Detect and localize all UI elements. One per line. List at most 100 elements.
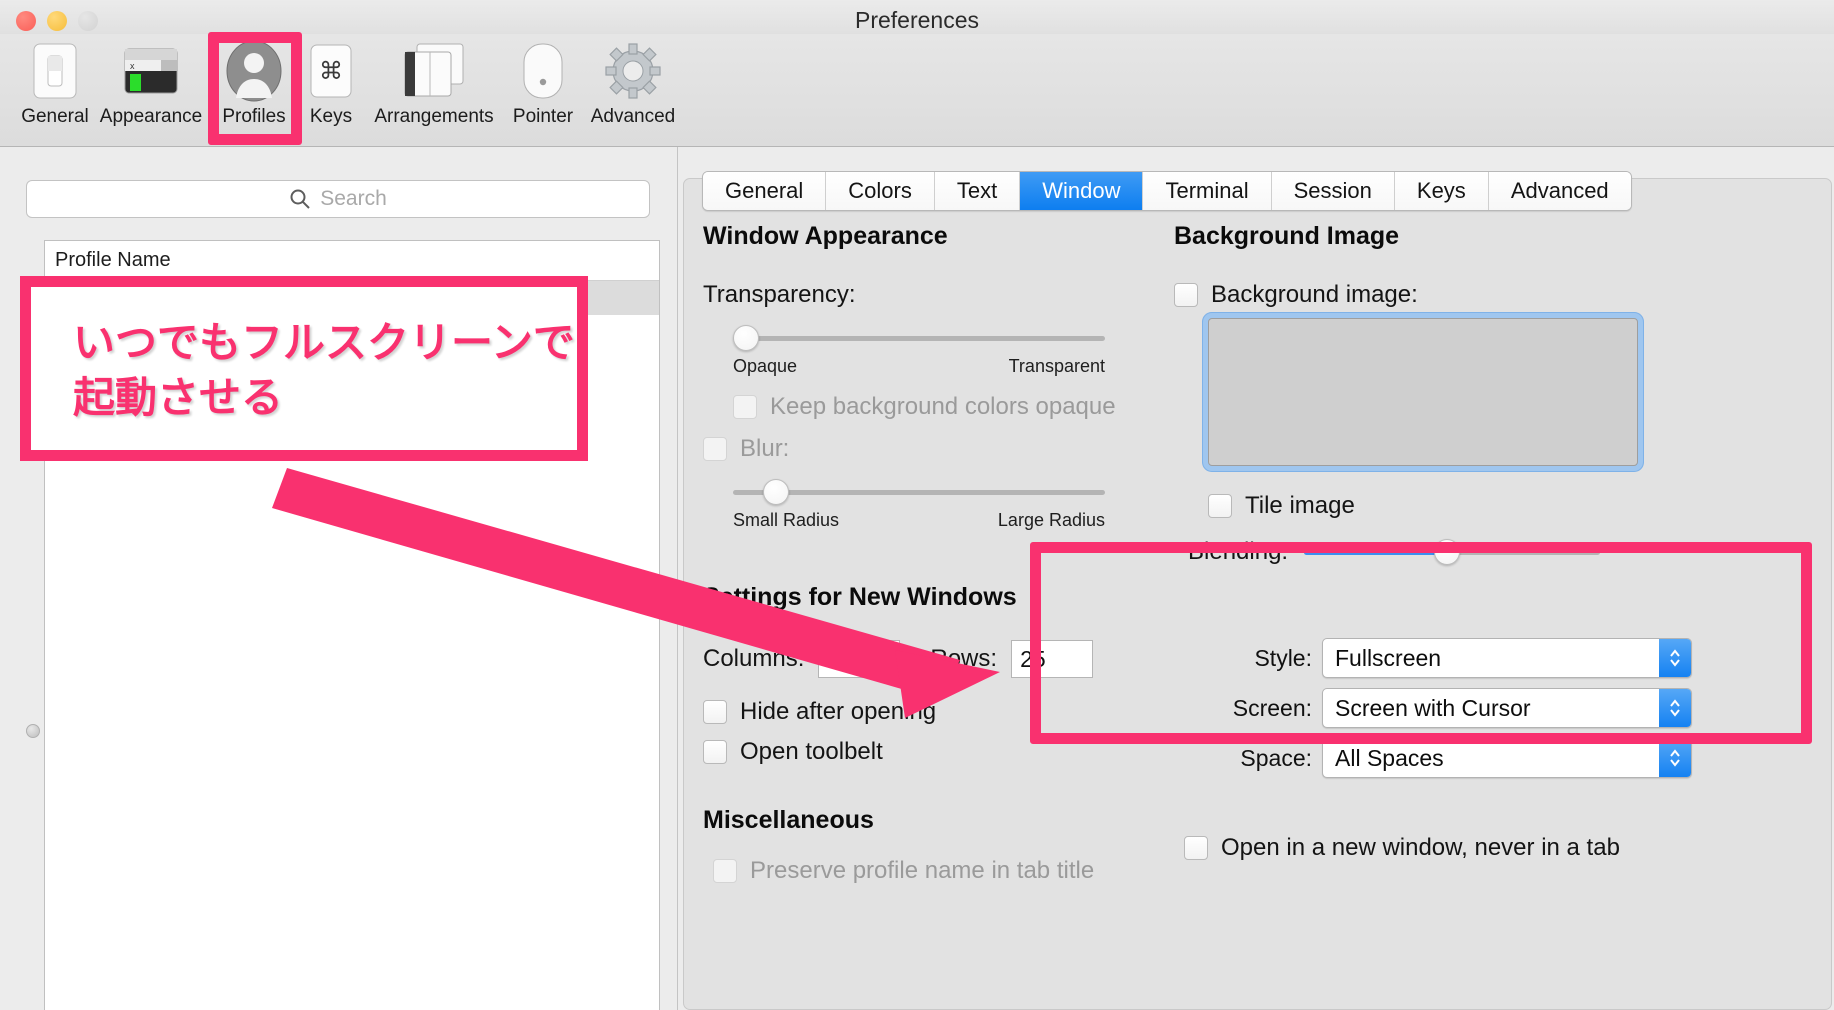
search-input[interactable]: Search: [26, 180, 650, 218]
open-new-window-checkbox[interactable]: [1184, 836, 1208, 860]
toolbar-item-advanced[interactable]: Advanced: [578, 40, 688, 128]
preserve-profile-name-row[interactable]: Preserve profile name in tab title: [713, 857, 1153, 885]
toolbar-item-arrangements[interactable]: Arrangements: [374, 40, 494, 128]
toolbar-item-label: Pointer: [512, 106, 574, 127]
background-image-checkbox[interactable]: [1174, 283, 1198, 307]
background-image-heading: Background Image: [1174, 222, 1400, 250]
miscellaneous-heading: Miscellaneous: [703, 806, 874, 834]
advanced-icon: [604, 40, 662, 102]
keep-background-opaque-row[interactable]: Keep background colors opaque: [733, 393, 1153, 421]
space-dropdown[interactable]: All Spaces: [1322, 738, 1692, 778]
slider-knob[interactable]: [1434, 539, 1461, 565]
blur-max-label: Large Radius: [997, 510, 1105, 530]
columns-label: Columns:: [703, 645, 805, 672]
tab-session[interactable]: Session: [1271, 172, 1395, 210]
window-appearance-heading: Window Appearance: [703, 222, 948, 250]
style-dropdown[interactable]: Fullscreen: [1322, 638, 1692, 678]
transparency-max-label: Transparent: [1008, 356, 1105, 376]
open-new-window-row[interactable]: Open in a new window, never in a tab: [1184, 834, 1804, 862]
screen-row: Screen: Screen with Cursor: [1204, 688, 1804, 728]
hide-after-opening-row[interactable]: Hide after opening: [703, 698, 1153, 726]
tab-colors[interactable]: Colors: [826, 172, 935, 210]
style-row: Style: Fullscreen: [1204, 638, 1804, 678]
toolbar-item-label: General: [21, 106, 89, 127]
slider-knob[interactable]: [763, 479, 789, 505]
tab-advanced[interactable]: Advanced: [1488, 172, 1631, 210]
tab-terminal[interactable]: Terminal: [1143, 172, 1272, 210]
split-divider-handle[interactable]: [26, 724, 40, 738]
style-label: Style:: [1254, 644, 1312, 671]
space-row: Space: All Spaces: [1204, 738, 1804, 778]
stepper-updown-icon[interactable]: [1659, 689, 1691, 727]
columns-rows-row: Columns: 80 Rows: 25: [703, 640, 1153, 678]
preserve-profile-name-checkbox[interactable]: [713, 859, 737, 883]
screen-dropdown[interactable]: Screen with Cursor: [1322, 688, 1692, 728]
blur-row[interactable]: Blur:: [703, 435, 1153, 463]
blur-radius-slider[interactable]: [733, 479, 1105, 505]
toolbar-item-general[interactable]: General: [0, 40, 110, 128]
blending-label: Blending:: [1188, 538, 1289, 565]
preserve-profile-name-label: Preserve profile name in tab title: [750, 857, 1095, 884]
toolbar-item-label: Keys: [309, 106, 353, 127]
appearance-icon: x: [123, 40, 179, 102]
columns-field[interactable]: 80: [818, 640, 901, 678]
background-image-row[interactable]: Background image:: [1174, 281, 1804, 309]
blur-checkbox[interactable]: [703, 437, 727, 461]
blending-slider[interactable]: [1304, 539, 1601, 565]
tab-general[interactable]: General: [703, 172, 827, 210]
search-icon: [290, 189, 310, 209]
tab-text[interactable]: Text: [934, 172, 1021, 210]
transparency-slider[interactable]: [733, 325, 1105, 351]
hide-after-opening-checkbox[interactable]: [703, 700, 727, 724]
toolbar-item-label: Arrangements: [374, 106, 494, 127]
screen-label: Screen:: [1232, 694, 1312, 721]
rows-label: Rows:: [930, 645, 998, 672]
tile-image-checkbox[interactable]: [1208, 494, 1232, 518]
window-appearance-column: Window Appearance Transparency: Opaque T…: [703, 222, 1153, 885]
space-value: All Spaces: [1335, 744, 1444, 771]
stepper-updown-icon[interactable]: [1659, 739, 1691, 777]
open-toolbelt-row[interactable]: Open toolbelt: [703, 738, 1153, 766]
tile-image-row[interactable]: Tile image: [1208, 492, 1804, 520]
annotation-line-2: 起動させる: [71, 372, 286, 424]
settings-tabbar: General Colors Text Window Terminal Sess…: [702, 171, 1632, 211]
toolbar-item-keys[interactable]: ⌘ Keys: [276, 40, 386, 128]
keep-background-opaque-label: Keep background colors opaque: [770, 393, 1116, 420]
search-placeholder: Search: [320, 187, 387, 210]
open-toolbelt-checkbox[interactable]: [703, 740, 727, 764]
toolbar-item-label: Appearance: [99, 106, 203, 127]
keep-background-opaque-checkbox[interactable]: [733, 395, 757, 419]
transparency-min-label: Opaque: [733, 356, 798, 376]
arrangements-icon: [403, 40, 465, 102]
rows-field[interactable]: 25: [1011, 640, 1094, 678]
open-toolbelt-label: Open toolbelt: [740, 738, 883, 765]
blur-label: Blur:: [740, 435, 790, 462]
general-icon: [30, 40, 80, 102]
profiles-icon: [224, 40, 284, 102]
window-title: Preferences: [854, 7, 979, 33]
hide-after-opening-label: Hide after opening: [740, 698, 937, 725]
transparency-label: Transparency:: [703, 281, 856, 308]
tab-window[interactable]: Window: [1020, 172, 1144, 210]
stepper-updown-icon[interactable]: [1659, 639, 1691, 677]
slider-track: [733, 336, 1105, 341]
svg-text:x: x: [130, 61, 135, 71]
blending-row: Blending:: [1188, 538, 1804, 566]
slider-knob[interactable]: [733, 325, 759, 351]
tab-keys[interactable]: Keys: [1394, 172, 1489, 210]
profile-settings-panel: General Colors Text Window Terminal Sess…: [679, 147, 1834, 1010]
screen-value: Screen with Cursor: [1335, 694, 1531, 721]
pointer-icon: [520, 40, 566, 102]
background-image-column: Background Image Background image: Tile …: [1174, 222, 1804, 862]
annotation-line-1: いつでもフルスクリーンで: [71, 316, 578, 368]
toolbar-item-label: Advanced: [590, 106, 676, 127]
toolbar-item-appearance[interactable]: x Appearance: [96, 40, 206, 128]
profile-name-column-header: Profile Name: [45, 241, 659, 281]
style-value: Fullscreen: [1335, 644, 1442, 671]
background-image-well[interactable]: [1208, 318, 1638, 466]
svg-text:⌘: ⌘: [319, 58, 343, 85]
tile-image-label: Tile image: [1245, 492, 1355, 519]
preferences-toolbar: General x Appearance Profiles ⌘ Keys Arr…: [0, 34, 1834, 147]
preferences-window: Preferences General x Appearance Profile…: [0, 0, 1834, 1010]
open-new-window-label: Open in a new window, never in a tab: [1221, 834, 1620, 861]
